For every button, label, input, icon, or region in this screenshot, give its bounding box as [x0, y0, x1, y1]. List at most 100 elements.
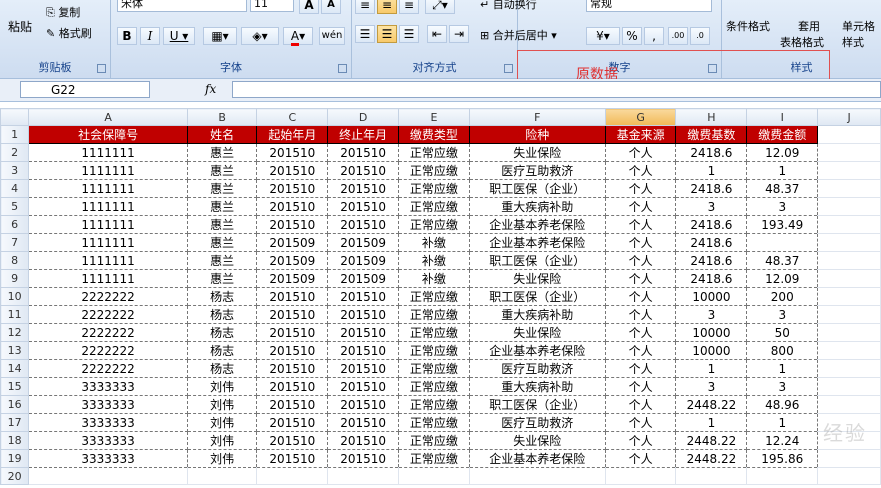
data-cell[interactable]: 3 — [746, 377, 819, 396]
data-cell[interactable]: 补缴 — [398, 233, 470, 252]
decrease-indent-button[interactable]: ⇤ — [427, 25, 447, 43]
empty-cell[interactable] — [256, 467, 329, 485]
data-cell[interactable]: 200 — [746, 287, 819, 306]
data-cell[interactable]: 201510 — [256, 377, 329, 396]
format-as-table-button[interactable]: 套用 表格格式 — [780, 18, 824, 50]
data-cell[interactable]: 个人 — [604, 233, 677, 252]
empty-cell[interactable] — [817, 341, 881, 360]
data-cell[interactable]: 201510 — [256, 395, 329, 414]
data-cell[interactable]: 重大疾病补助 — [468, 305, 606, 324]
data-cell[interactable]: 个人 — [604, 161, 677, 180]
data-cell[interactable]: 杨志 — [186, 287, 258, 306]
data-cell[interactable]: 48.37 — [746, 251, 819, 270]
column-header-e[interactable]: E — [398, 108, 470, 126]
data-cell[interactable]: 正常应缴 — [398, 395, 470, 414]
data-cell[interactable]: 201510 — [327, 287, 400, 306]
data-cell[interactable]: 201509 — [256, 233, 329, 252]
decrease-decimal-button[interactable]: .0 — [690, 27, 710, 45]
data-cell[interactable]: 个人 — [604, 269, 677, 288]
data-cell[interactable]: 正常应缴 — [398, 143, 470, 162]
shrink-font-button[interactable]: A — [321, 0, 341, 14]
data-cell[interactable]: 重大疾病补助 — [468, 377, 606, 396]
empty-cell[interactable] — [817, 467, 881, 485]
data-cell[interactable]: 重大疾病补助 — [468, 197, 606, 216]
data-cell[interactable]: 正常应缴 — [398, 341, 470, 360]
data-cell[interactable]: 正常应缴 — [398, 161, 470, 180]
header-cell[interactable]: 起始年月 — [256, 125, 329, 144]
data-cell[interactable]: 正常应缴 — [398, 215, 470, 234]
row-header[interactable]: 12 — [0, 323, 30, 342]
empty-cell[interactable] — [605, 467, 677, 485]
align-center-button[interactable]: ☰ — [377, 25, 397, 43]
data-cell[interactable]: 个人 — [604, 395, 677, 414]
font-size-select[interactable]: 11 — [250, 0, 294, 12]
empty-cell[interactable] — [817, 125, 881, 144]
data-cell[interactable]: 201510 — [256, 431, 329, 450]
comma-button[interactable]: , — [644, 27, 664, 45]
data-cell[interactable]: 1 — [746, 161, 819, 180]
column-header-d[interactable]: D — [327, 108, 400, 126]
border-button[interactable]: ▦▾ — [203, 27, 237, 45]
empty-cell[interactable] — [817, 395, 881, 414]
data-cell[interactable]: 201510 — [256, 215, 329, 234]
data-cell[interactable]: 个人 — [604, 341, 677, 360]
data-cell[interactable]: 201510 — [327, 395, 400, 414]
data-cell[interactable]: 失业保险 — [468, 269, 606, 288]
data-cell[interactable]: 195.86 — [746, 449, 819, 468]
empty-cell[interactable] — [817, 161, 881, 180]
data-cell[interactable]: 医疗互助救济 — [468, 359, 606, 378]
data-cell[interactable]: 正常应缴 — [398, 323, 470, 342]
conditional-format-button[interactable]: 条件格式 — [726, 18, 770, 34]
data-cell[interactable] — [746, 233, 819, 252]
data-cell[interactable]: 企业基本养老保险 — [468, 215, 606, 234]
header-cell[interactable]: 姓名 — [186, 125, 258, 144]
header-cell[interactable]: 险种 — [468, 125, 606, 144]
bold-button[interactable]: B — [117, 27, 137, 45]
data-cell[interactable]: 12.09 — [746, 143, 819, 162]
data-cell[interactable]: 201510 — [327, 431, 400, 450]
number-format-select[interactable]: 常规 — [586, 0, 712, 12]
data-cell[interactable]: 个人 — [604, 143, 677, 162]
empty-cell[interactable] — [817, 359, 881, 378]
data-cell[interactable]: 201510 — [327, 359, 400, 378]
data-cell[interactable]: 杨志 — [186, 305, 258, 324]
format-painter-button[interactable]: ✎ 格式刷 — [46, 25, 92, 41]
data-cell[interactable]: 201510 — [256, 197, 329, 216]
data-cell[interactable]: 失业保险 — [468, 143, 606, 162]
data-cell[interactable]: 医疗互助救济 — [468, 413, 606, 432]
data-cell[interactable]: 失业保险 — [468, 323, 606, 342]
data-cell[interactable]: 1 — [675, 359, 748, 378]
data-cell[interactable]: 企业基本养老保险 — [468, 449, 606, 468]
italic-button[interactable]: I — [140, 27, 160, 45]
data-cell[interactable]: 48.37 — [746, 179, 819, 198]
font-name-select[interactable]: 宋体 — [117, 0, 247, 12]
data-cell[interactable]: 201510 — [327, 197, 400, 216]
data-cell[interactable]: 3333333 — [28, 395, 188, 414]
data-cell[interactable]: 2222222 — [28, 287, 188, 306]
formula-input[interactable] — [232, 81, 881, 98]
data-cell[interactable]: 个人 — [604, 413, 677, 432]
data-cell[interactable]: 2222222 — [28, 305, 188, 324]
data-cell[interactable]: 2418.6 — [675, 143, 748, 162]
row-header[interactable]: 10 — [0, 287, 30, 306]
data-cell[interactable]: 2222222 — [28, 323, 188, 342]
data-cell[interactable]: 201510 — [256, 179, 329, 198]
data-cell[interactable]: 杨志 — [186, 359, 258, 378]
data-cell[interactable]: 12.24 — [746, 431, 819, 450]
column-header-g[interactable]: G — [604, 108, 677, 126]
empty-cell[interactable] — [817, 215, 881, 234]
data-cell[interactable]: 企业基本养老保险 — [468, 233, 606, 252]
data-cell[interactable]: 正常应缴 — [398, 431, 470, 450]
data-cell[interactable]: 201510 — [256, 449, 329, 468]
row-header[interactable]: 7 — [0, 233, 30, 252]
data-cell[interactable]: 201509 — [327, 233, 400, 252]
align-bottom-button[interactable]: ≡ — [399, 0, 419, 14]
data-cell[interactable]: 1111111 — [28, 233, 188, 252]
data-cell[interactable]: 正常应缴 — [398, 287, 470, 306]
data-cell[interactable]: 正常应缴 — [398, 359, 470, 378]
empty-cell[interactable] — [817, 269, 881, 288]
data-cell[interactable]: 2448.22 — [675, 431, 748, 450]
data-cell[interactable]: 正常应缴 — [398, 377, 470, 396]
row-header[interactable]: 16 — [0, 395, 30, 414]
data-cell[interactable]: 1111111 — [28, 161, 188, 180]
